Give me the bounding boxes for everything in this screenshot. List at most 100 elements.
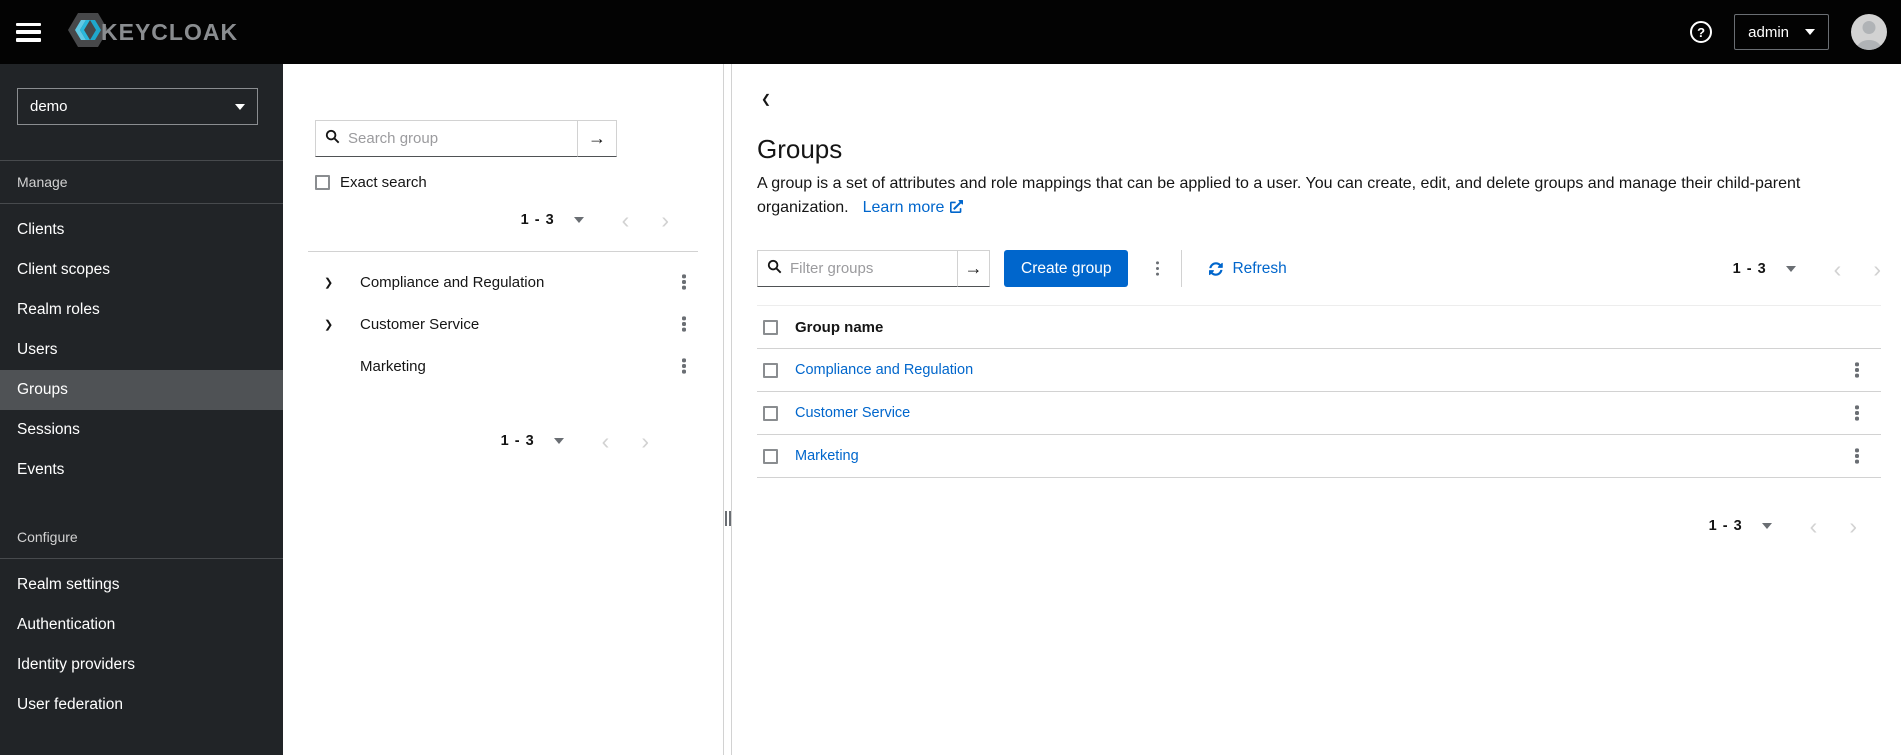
filter-submit-arrow-icon[interactable]: →	[957, 250, 990, 287]
previous-page-chevron-icon[interactable]: ‹	[602, 430, 610, 453]
caret-down-icon	[1761, 523, 1772, 529]
table-row: Customer Service	[757, 392, 1881, 435]
table-pagination-bottom: 1 - 3 ‹ ›	[757, 508, 1881, 544]
search-icon	[325, 129, 340, 149]
expand-chevron-icon[interactable]: ❯	[315, 318, 345, 331]
configure-nav-list: Realm settings Authentication Identity p…	[0, 559, 283, 725]
create-group-button[interactable]: Create group	[1004, 250, 1129, 287]
kebab-menu-icon[interactable]	[673, 313, 695, 335]
row-checkbox[interactable]	[763, 448, 778, 464]
user-avatar-icon	[1851, 14, 1887, 50]
next-page-chevron-icon[interactable]: ›	[641, 430, 649, 453]
per-page-toggle[interactable]: 1 - 3	[521, 212, 584, 228]
groups-main-panel: ❮ Groups A group is a set of attributes …	[732, 64, 1901, 755]
caret-down-icon	[553, 438, 564, 444]
sidebar-item-groups[interactable]: Groups	[0, 370, 283, 410]
expand-chevron-icon[interactable]: ❯	[315, 276, 345, 289]
row-kebab-menu-icon[interactable]	[1846, 359, 1868, 381]
help-icon[interactable]: ?	[1690, 21, 1713, 43]
user-menu-label: admin	[1748, 23, 1789, 41]
group-search-input[interactable]	[348, 130, 568, 147]
tree-item: ❯ Customer Service	[315, 303, 695, 345]
caret-down-icon	[235, 103, 245, 110]
pagination-range: 1 - 3	[1732, 260, 1767, 277]
nav-toggle-hamburger-icon[interactable]	[16, 22, 41, 42]
sidebar-item-users[interactable]: Users	[0, 330, 283, 370]
pagination-range: 1 - 3	[520, 212, 555, 228]
row-kebab-menu-icon[interactable]	[1846, 445, 1868, 467]
table-pagination-top: 1 - 3 ‹ ›	[1733, 251, 1881, 287]
external-link-icon	[950, 200, 964, 213]
exact-search-checkbox[interactable]	[315, 175, 330, 190]
masthead: KEYCLOAK ? admin	[0, 0, 1901, 64]
group-search-submit-arrow-icon[interactable]: →	[577, 120, 617, 157]
sidebar-item-user-federation[interactable]: User federation	[0, 685, 283, 725]
sidebar-item-realm-roles[interactable]: Realm roles	[0, 290, 283, 330]
per-page-toggle[interactable]: 1 - 3	[1709, 518, 1772, 534]
caret-down-icon	[1805, 29, 1815, 35]
next-page-chevron-icon[interactable]: ›	[1849, 515, 1857, 538]
tree-item-label[interactable]: Compliance and Regulation	[345, 274, 673, 291]
tree-divider	[308, 251, 698, 252]
group-name-link[interactable]: Customer Service	[795, 405, 910, 421]
row-kebab-menu-icon[interactable]	[1846, 402, 1868, 424]
group-name-link[interactable]: Marketing	[795, 448, 859, 464]
user-menu-dropdown[interactable]: admin	[1734, 14, 1829, 50]
panel-splitter	[723, 64, 732, 755]
next-page-chevron-icon[interactable]: ›	[661, 209, 669, 232]
kebab-menu-icon[interactable]	[673, 355, 695, 377]
tree-item-label[interactable]: Customer Service	[345, 316, 673, 333]
filter-groups-input[interactable]	[790, 260, 948, 277]
table-header-row: Group name	[757, 305, 1881, 349]
sidebar-item-sessions[interactable]: Sessions	[0, 410, 283, 450]
previous-page-chevron-icon[interactable]: ‹	[622, 209, 630, 232]
sidebar-section-manage: Manage	[17, 174, 68, 190]
sidebar-item-identity-providers[interactable]: Identity providers	[0, 645, 283, 685]
sidebar-section-configure: Configure	[17, 529, 78, 545]
exact-search-option: Exact search	[315, 174, 695, 191]
caret-down-icon	[1785, 265, 1796, 272]
toolbar-divider	[1181, 250, 1183, 287]
row-checkbox[interactable]	[763, 405, 778, 421]
table-row: Marketing	[757, 435, 1881, 478]
group-tree-panel: → Exact search 1 - 3 ‹ ›	[283, 64, 723, 755]
collapse-panel-chevron-icon[interactable]: ❮	[757, 90, 775, 108]
refresh-icon	[1209, 261, 1224, 276]
sidebar-nav: demo Manage Clients Client scopes Realm …	[0, 64, 283, 755]
splitter-drag-grip-icon[interactable]	[724, 511, 731, 526]
sidebar-item-authentication[interactable]: Authentication	[0, 605, 283, 645]
sidebar-item-client-scopes[interactable]: Client scopes	[0, 250, 283, 290]
refresh-button[interactable]: Refresh	[1209, 259, 1287, 278]
keycloak-logo[interactable]: KEYCLOAK	[67, 10, 238, 55]
filter-groups-box	[757, 250, 958, 287]
group-tree: ❯ Compliance and Regulation ❯ Customer S…	[315, 261, 695, 387]
group-name-link[interactable]: Compliance and Regulation	[795, 362, 973, 378]
previous-page-chevron-icon[interactable]: ‹	[1810, 515, 1818, 538]
per-page-toggle[interactable]: 1 - 3	[501, 433, 564, 449]
tree-pagination-top: 1 - 3 ‹ ›	[315, 202, 695, 238]
toolbar-kebab-menu-icon[interactable]	[1146, 258, 1168, 280]
groups-table: Group name Compliance and Regulation Cus…	[757, 305, 1881, 478]
exact-search-label: Exact search	[340, 174, 427, 191]
caret-down-icon	[573, 217, 584, 223]
sidebar-item-clients[interactable]: Clients	[0, 210, 283, 250]
sidebar-item-events[interactable]: Events	[0, 450, 283, 490]
groups-toolbar: → Create group Refresh 1 - 3 ‹	[757, 250, 1881, 287]
page-description: A group is a set of attributes and role …	[757, 172, 1872, 220]
tree-pagination-bottom: 1 - 3 ‹ ›	[315, 423, 695, 459]
realm-selector[interactable]: demo	[17, 88, 258, 125]
table-row: Compliance and Regulation	[757, 349, 1881, 392]
next-page-chevron-icon[interactable]: ›	[1873, 257, 1881, 280]
row-checkbox[interactable]	[763, 362, 778, 378]
page-title: Groups	[757, 134, 843, 164]
group-search-box	[315, 120, 578, 157]
sidebar-item-realm-settings[interactable]: Realm settings	[0, 565, 283, 605]
refresh-label: Refresh	[1232, 259, 1287, 277]
learn-more-link[interactable]: Learn more	[863, 199, 964, 216]
column-header-group-name: Group name	[795, 318, 884, 336]
tree-item-label[interactable]: Marketing	[345, 358, 673, 375]
per-page-toggle[interactable]: 1 - 3	[1733, 261, 1796, 277]
previous-page-chevron-icon[interactable]: ‹	[1834, 257, 1842, 280]
select-all-checkbox[interactable]	[763, 319, 778, 335]
kebab-menu-icon[interactable]	[673, 271, 695, 293]
